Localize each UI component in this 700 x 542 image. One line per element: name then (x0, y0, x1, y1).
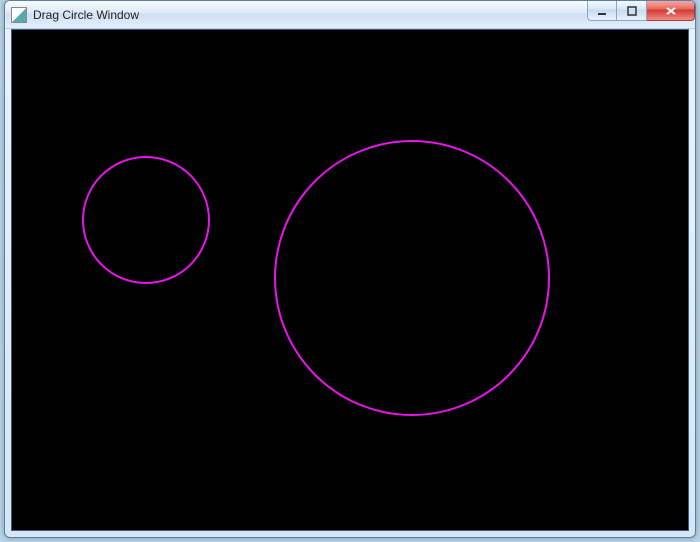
close-button[interactable] (647, 1, 695, 21)
app-icon (11, 7, 27, 23)
window-controls (587, 1, 695, 28)
application-window: Drag Circle Window (4, 0, 696, 538)
maximize-icon (627, 6, 637, 16)
minimize-button[interactable] (587, 1, 617, 21)
canvas-area[interactable] (11, 29, 689, 531)
minimize-icon (597, 6, 607, 16)
draggable-circle[interactable] (274, 140, 550, 416)
window-title: Drag Circle Window (33, 8, 587, 22)
draggable-circle[interactable] (82, 156, 210, 284)
titlebar[interactable]: Drag Circle Window (5, 1, 695, 29)
maximize-button[interactable] (617, 1, 647, 21)
close-icon (665, 6, 677, 16)
